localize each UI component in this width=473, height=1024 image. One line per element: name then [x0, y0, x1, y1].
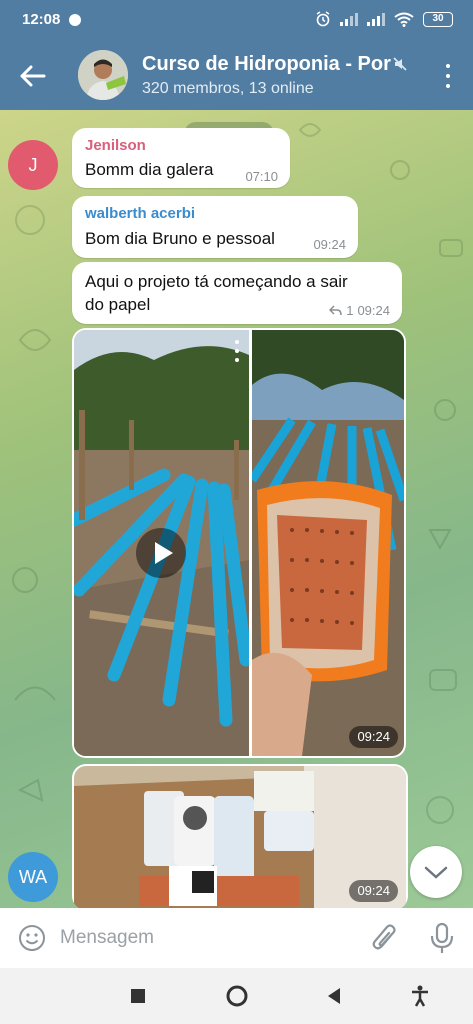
group-member-count: 320 membros, 13 online: [142, 80, 314, 97]
chat-header: Curso de Hidroponia - Por 320 membros, 1…: [0, 40, 473, 110]
system-navigation-bar: [0, 968, 473, 1024]
wifi-icon: [394, 12, 414, 27]
play-button[interactable]: [136, 528, 186, 578]
message-text: Bomm dia galera: [85, 160, 214, 179]
group-title[interactable]: Curso de Hidroponia - Por: [142, 53, 392, 76]
group-avatar[interactable]: [78, 50, 128, 100]
message-sender[interactable]: Jenilson: [85, 137, 146, 154]
muted-icon: [393, 57, 407, 71]
reply-indicator[interactable]: 1 09:24: [329, 303, 390, 318]
message-sender[interactable]: walberth acerbi: [85, 205, 195, 222]
message-bubble[interactable]: Aqui o projeto tá começando a sair do pa…: [72, 262, 402, 324]
scroll-down-button[interactable]: [410, 846, 462, 898]
microphone-button[interactable]: [428, 921, 456, 955]
photo-thumbnail[interactable]: [252, 330, 404, 756]
video-thumbnail[interactable]: [74, 330, 249, 756]
media-menu-button[interactable]: [234, 340, 240, 362]
status-icons: 30: [315, 11, 453, 27]
recent-apps-button[interactable]: [124, 982, 152, 1010]
media-album[interactable]: 09:24: [72, 328, 406, 758]
back-button[interactable]: [18, 62, 48, 90]
accessibility-button[interactable]: [406, 982, 434, 1010]
chat-area[interactable]: 2 de março J Jenilson Bomm dia galera 07…: [0, 110, 473, 908]
message-time: 09:24: [357, 303, 390, 318]
status-bar: 12:08 30: [0, 0, 473, 40]
message-input[interactable]: [60, 922, 350, 954]
more-menu-button[interactable]: [443, 64, 453, 88]
signal-icon: [340, 13, 358, 26]
message-bubble[interactable]: walberth acerbi Bom dia Bruno e pessoal …: [72, 196, 358, 258]
message-time: 09:24: [313, 237, 346, 252]
message-text-line-1: Aqui o projeto tá começando a sair: [85, 272, 348, 291]
status-time: 12:08: [22, 11, 61, 28]
photo-message[interactable]: 09:24: [72, 764, 408, 908]
battery-icon: 30: [423, 11, 453, 27]
home-button[interactable]: [223, 982, 251, 1010]
message-composer: [0, 908, 473, 968]
message-text: Bom dia Bruno e pessoal: [85, 229, 275, 248]
sender-avatar-jenilson[interactable]: J: [8, 140, 58, 190]
message-bubble[interactable]: Jenilson Bomm dia galera 07:10: [72, 128, 290, 188]
reply-icon: [329, 305, 342, 316]
back-nav-button[interactable]: [320, 982, 348, 1010]
sender-avatar-walberth[interactable]: WA: [8, 852, 58, 902]
message-text-line-2: do papel: [85, 295, 151, 314]
reply-count: 1: [346, 303, 354, 318]
notification-icon: [69, 14, 81, 26]
media-time: 09:24: [349, 880, 398, 902]
signal-2-icon: [367, 13, 385, 26]
emoji-button[interactable]: [18, 924, 46, 952]
alarm-icon: [316, 11, 330, 27]
message-time: 07:10: [245, 169, 278, 184]
media-time: 09:24: [349, 726, 398, 748]
chevron-down-icon: [424, 866, 448, 879]
attach-button[interactable]: [370, 922, 400, 954]
